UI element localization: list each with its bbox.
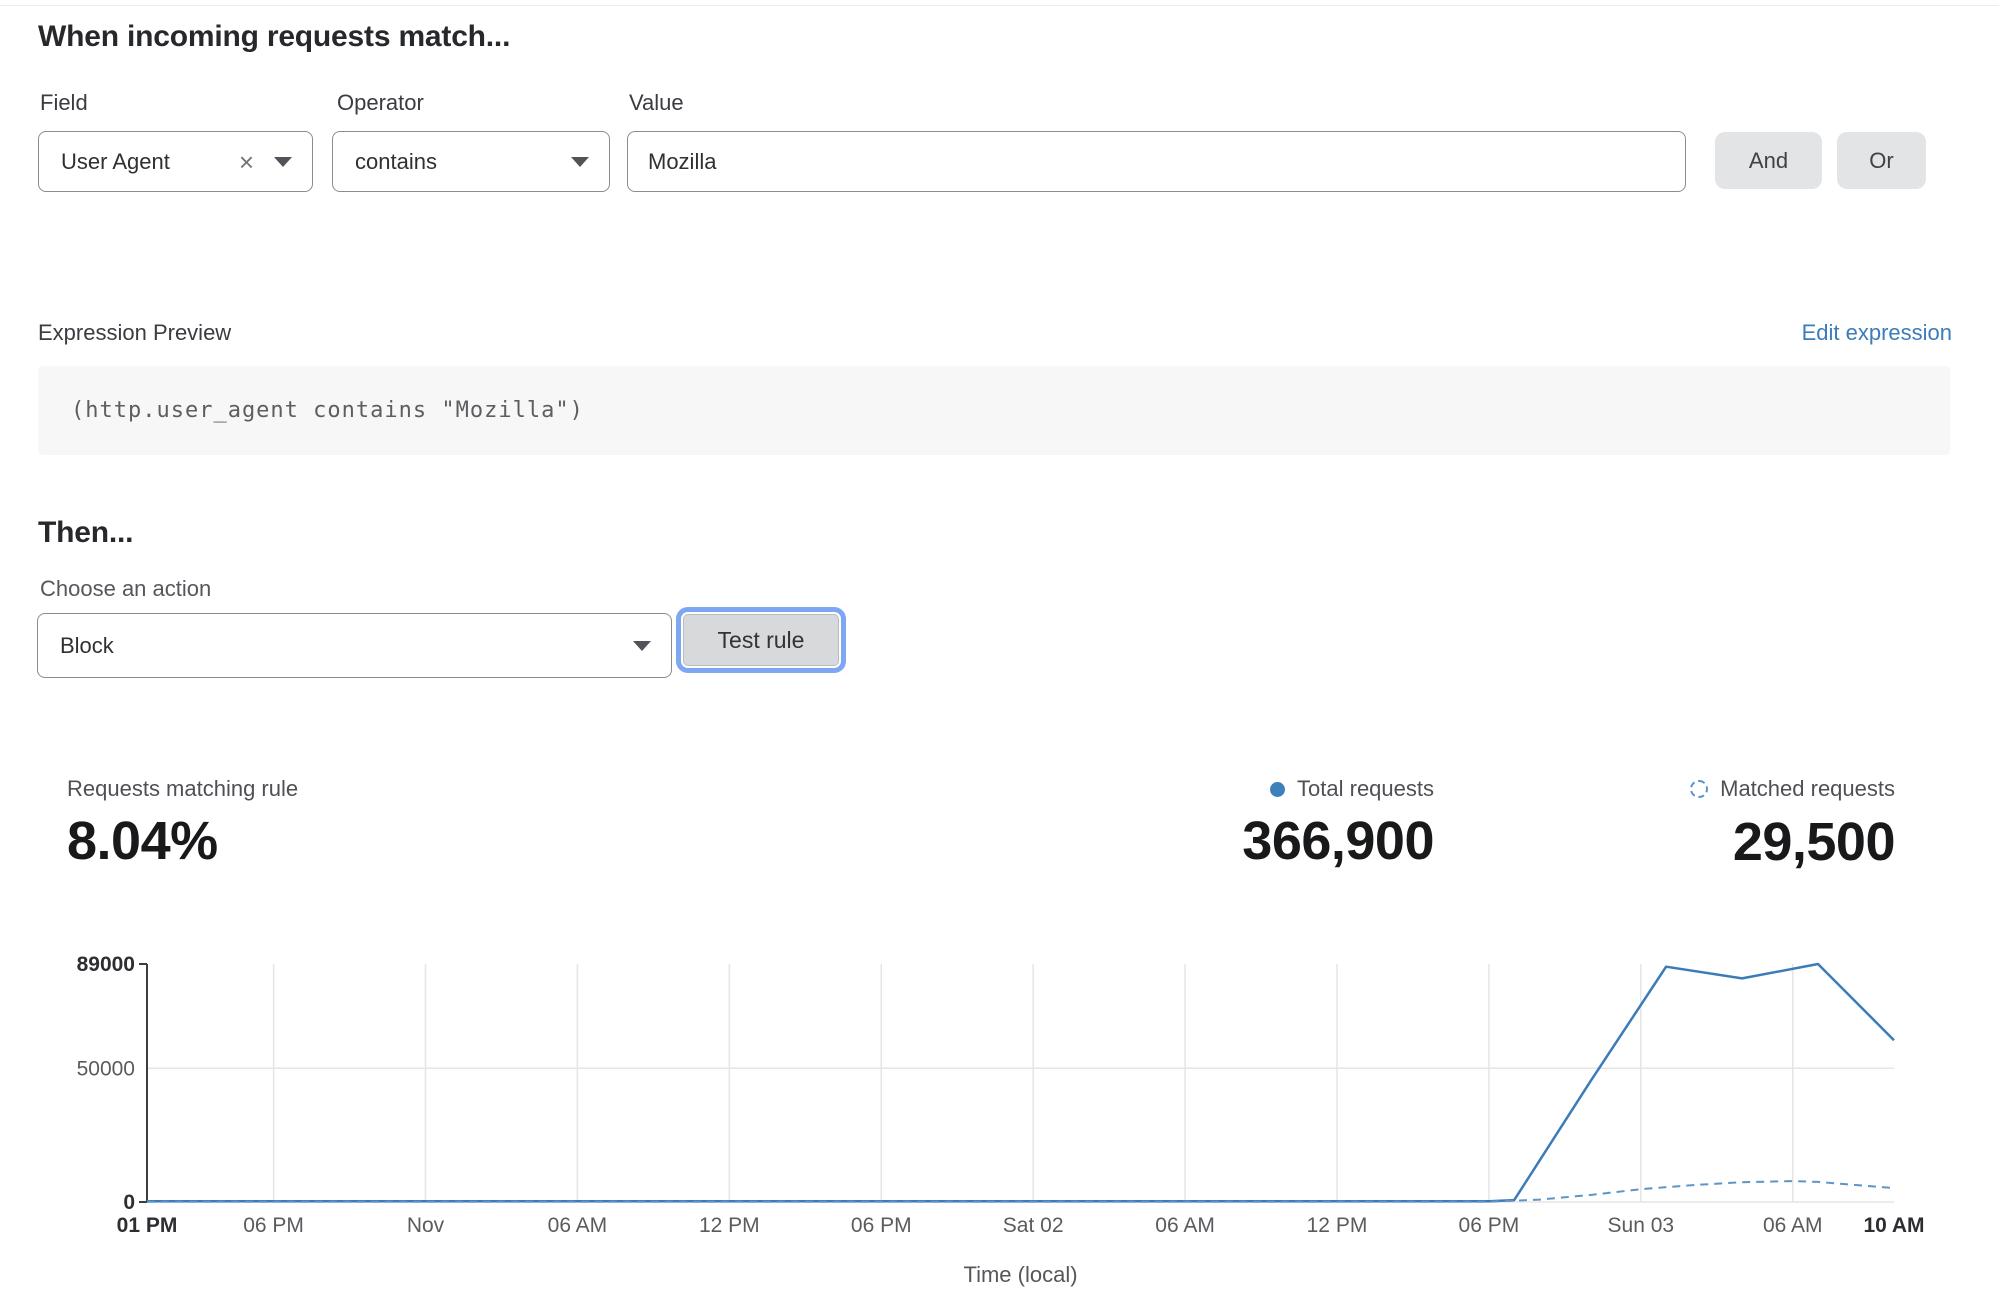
and-button[interactable]: And [1715,132,1822,189]
requests-time-series: 01 PM 06 PM Nov 06 AM 12 PM 06 PM Sat 02 06 AM 1… [0,930,1999,1295]
total-requests-label: Total requests [1297,776,1434,802]
x-tick-label: Sat 02 [1003,1214,1064,1237]
expression-code: (http.user_agent contains "Mozilla") [38,366,1950,455]
top-divider [0,5,1999,6]
or-button[interactable]: Or [1837,132,1926,189]
action-select-value: Block [60,633,633,659]
legend-dot-icon [1270,782,1285,797]
test-rule-button[interactable]: Test rule [683,614,839,666]
requests-matching-value: 8.04% [67,810,298,872]
expression-preview-label: Expression Preview [38,320,231,346]
x-tick-label: 01 PM [117,1214,178,1237]
chevron-down-icon [571,157,589,167]
value-label: Value [629,90,684,116]
matched-requests-value: 29,500 [1690,811,1895,873]
page-title: When incoming requests match... [38,20,510,54]
x-tick-label: 06 AM [548,1214,608,1237]
y-tick-label: 89000 [77,953,135,976]
series-solid [147,964,1894,1201]
operator-select[interactable]: contains [332,131,610,192]
operator-label: Operator [337,90,424,116]
then-heading: Then... [38,516,133,550]
operator-select-value: contains [355,149,571,175]
chevron-down-icon [274,157,292,167]
chevron-down-icon [633,641,651,651]
x-tick-label: 06 AM [1763,1214,1823,1237]
requests-matching-stat: Requests matching rule 8.04% [67,776,298,872]
x-tick-label: 10 AM [1863,1214,1924,1237]
legend-dashed-circle-icon [1690,780,1708,798]
x-tick-label: Sun 03 [1608,1214,1675,1237]
action-select[interactable]: Block [37,613,672,678]
field-select-value: User Agent [61,149,239,175]
x-tick-label: 06 PM [1459,1214,1520,1237]
x-tick-label: Nov [407,1214,445,1237]
x-tick-label: 06 PM [243,1214,304,1237]
field-select[interactable]: User Agent × [38,131,313,192]
matched-requests-stat: Matched requests 29,500 [1690,776,1895,873]
requests-matching-label: Requests matching rule [67,776,298,802]
firewall-rule-builder-page: When incoming requests match... Field Op… [0,0,1999,1295]
series-dashed [147,1181,1894,1202]
clear-icon[interactable]: × [239,149,254,175]
y-tick-label: 0 [123,1191,135,1214]
matched-requests-label: Matched requests [1720,776,1895,802]
expression-code-block: (http.user_agent contains "Mozilla") [38,366,1950,455]
x-tick-label: 12 PM [699,1214,760,1237]
requests-chart: 01 PM 06 PM Nov 06 AM 12 PM 06 PM Sat 02 06 AM 1… [0,930,1999,1295]
y-tick-label: 50000 [77,1057,135,1080]
edit-expression-link[interactable]: Edit expression [1802,320,1952,346]
x-axis-title: Time (local) [963,1262,1077,1287]
x-tick-label: 06 PM [851,1214,912,1237]
value-input[interactable] [627,131,1686,192]
field-label: Field [40,90,88,116]
x-tick-label: 06 AM [1155,1214,1215,1237]
total-requests-stat: Total requests 366,900 [1242,776,1434,872]
total-requests-value: 366,900 [1242,810,1434,872]
choose-action-label: Choose an action [40,576,211,602]
x-tick-label: 12 PM [1307,1214,1368,1237]
